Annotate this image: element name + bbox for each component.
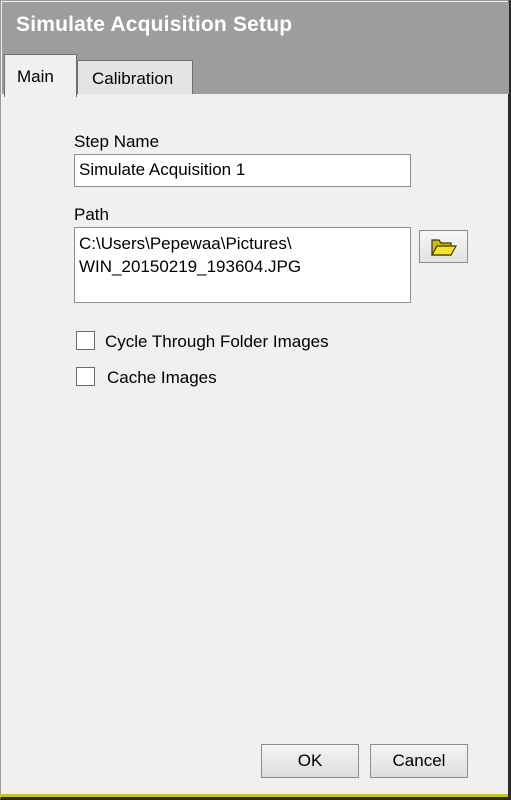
tab-strip: Main Calibration (2, 46, 509, 97)
step-name-label: Step Name (74, 132, 160, 151)
cache-images-checkbox[interactable] (76, 367, 95, 386)
folder-open-icon (431, 239, 457, 256)
tab-calibration[interactable]: Calibration (77, 60, 193, 94)
window-title: Simulate Acquisition Setup (16, 13, 293, 36)
cache-images-label[interactable]: Cache Images (107, 368, 217, 388)
title-bar[interactable]: Simulate Acquisition Setup (2, 2, 509, 46)
browse-folder-button[interactable] (419, 230, 468, 263)
step-name-input[interactable]: Simulate Acquisition 1 (74, 154, 411, 187)
tab-main-label: Main (17, 67, 54, 86)
path-label: Path (74, 205, 109, 224)
tab-main[interactable]: Main (4, 54, 77, 97)
cycle-folder-images-label[interactable]: Cycle Through Folder Images (105, 332, 329, 352)
cycle-folder-images-checkbox[interactable] (76, 331, 95, 350)
cancel-button[interactable]: Cancel (370, 744, 468, 778)
path-input[interactable]: C:\Users\Pepewaa\Pictures\ WIN_20150219_… (74, 227, 411, 303)
ok-button[interactable]: OK (261, 744, 359, 778)
dialog-window: Simulate Acquisition Setup Main Calibrat… (0, 0, 511, 800)
tab-calibration-label: Calibration (92, 69, 174, 88)
bottom-border-accent (0, 794, 508, 797)
